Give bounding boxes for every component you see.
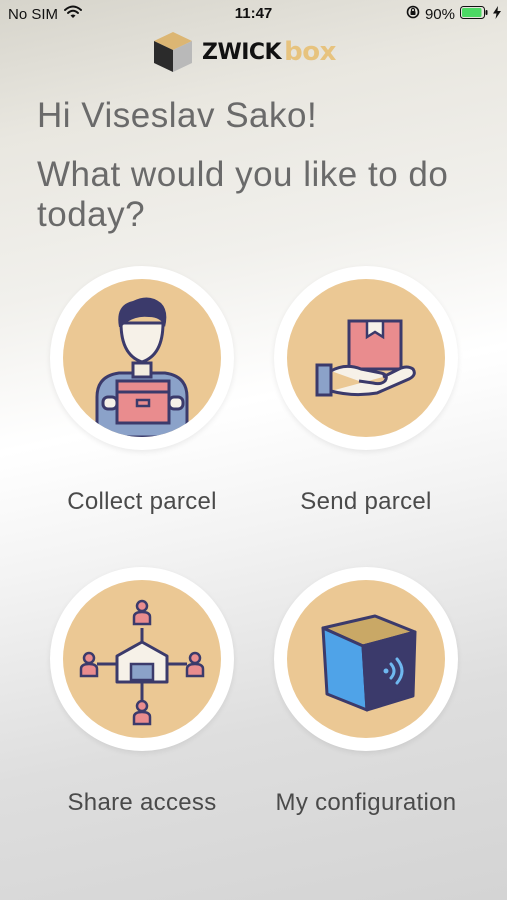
greeting-title: Hi Viseslav Sako! [37,96,318,135]
collect-parcel-circle [50,266,234,450]
smart-box-icon [321,614,417,712]
my-configuration-button[interactable]: My configuration [246,567,486,817]
charging-bolt-icon [493,5,501,23]
my-configuration-icon-bg [287,580,445,738]
share-access-icon-bg [63,580,221,738]
battery-icon [460,5,488,23]
hand-with-box-icon [315,319,416,397]
status-right: 90% [406,5,501,23]
collect-parcel-icon-bg [63,279,221,437]
send-parcel-label: Send parcel [300,488,432,515]
logo-word-box: box [284,37,336,67]
logo-word-zwick: ZWICK [202,39,282,65]
battery-percent: 90% [424,5,455,23]
share-access-button[interactable]: Share access [22,567,262,817]
orientation-lock-icon [406,5,420,23]
my-configuration-circle [274,567,458,751]
share-access-label: Share access [67,789,217,816]
send-parcel-circle [274,266,458,450]
share-access-circle [50,567,234,751]
collect-parcel-label: Collect parcel [67,488,217,515]
logo-cube-icon [154,32,192,72]
send-parcel-button[interactable]: Send parcel [246,266,486,516]
person-holding-box-icon [95,297,189,437]
prompt-text: What would you like to do today? [37,155,449,234]
collect-parcel-button[interactable]: Collect parcel [22,266,262,516]
status-bar: No SIM 11:47 90% [0,0,507,28]
network-share-icon [79,599,205,726]
send-parcel-icon-bg [287,279,445,437]
my-configuration-label: My configuration [275,789,457,816]
app-logo: ZWICK box [152,30,336,74]
